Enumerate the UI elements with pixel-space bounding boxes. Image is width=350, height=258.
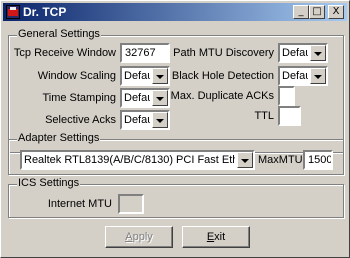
- chevron-down-icon[interactable]: [310, 45, 326, 61]
- ics-settings-title: ICS Settings: [17, 177, 81, 189]
- exit-label: xit: [214, 231, 226, 243]
- path-mtu-discovery-label: Path MTU Discovery: [173, 47, 274, 59]
- maxmtu-input[interactable]: 1500: [303, 150, 333, 170]
- black-hole-detection-select[interactable]: Default: [278, 66, 328, 86]
- selective-acks-value: Default: [124, 114, 150, 126]
- time-stamping-value: Default: [124, 92, 150, 104]
- adapter-settings-title: Adapter Settings: [17, 132, 101, 144]
- black-hole-detection-value: Default: [282, 70, 308, 82]
- apply-button[interactable]: Apply: [105, 226, 173, 248]
- close-button[interactable]: X: [328, 5, 344, 19]
- path-mtu-discovery-select[interactable]: Default: [278, 43, 328, 63]
- window-scaling-label: Window Scaling: [37, 70, 116, 82]
- window-scaling-value: Default: [124, 70, 150, 82]
- minimize-button[interactable]: _: [293, 5, 309, 19]
- chevron-down-icon[interactable]: [152, 112, 168, 128]
- window-scaling-select[interactable]: Default: [120, 66, 170, 86]
- ttl-label: TTL: [254, 110, 274, 122]
- chevron-down-icon[interactable]: [310, 68, 326, 84]
- maximize-button[interactable]: □: [309, 5, 325, 19]
- window-title: Dr. TCP: [23, 5, 67, 19]
- tcp-receive-window-input[interactable]: 32767: [120, 43, 170, 63]
- max-duplicate-acks-input[interactable]: [278, 86, 295, 106]
- general-settings-title: General Settings: [17, 28, 101, 40]
- adapter-value: Realtek RTL8139(A/B/C/8130) PCI Fast Eth…: [24, 154, 235, 166]
- chevron-down-icon[interactable]: [152, 90, 168, 106]
- app-icon[interactable]: [6, 5, 20, 19]
- ttl-input[interactable]: [278, 106, 301, 126]
- max-duplicate-acks-label: Max. Duplicate ACKs: [170, 90, 274, 102]
- time-stamping-select[interactable]: Default: [120, 88, 170, 108]
- apply-label: pply: [132, 231, 153, 243]
- path-mtu-discovery-value: Default: [282, 47, 308, 59]
- chevron-down-icon[interactable]: [237, 152, 253, 168]
- internet-mtu-label: Internet MTU: [47, 198, 112, 210]
- time-stamping-label: Time Stamping: [42, 92, 116, 104]
- tcp-receive-window-label: Tcp Receive Window: [13, 47, 116, 59]
- black-hole-detection-label: Black Hole Detection: [171, 70, 274, 82]
- title-bar[interactable]: Dr. TCP _ □ X: [3, 3, 347, 21]
- chevron-down-icon[interactable]: [152, 68, 168, 84]
- adapter-select[interactable]: Realtek RTL8139(A/B/C/8130) PCI Fast Eth…: [20, 150, 255, 170]
- selective-acks-label: Selective Acks: [45, 114, 116, 126]
- apply-mnemonic: A: [125, 231, 133, 243]
- selective-acks-select[interactable]: Default: [120, 110, 170, 130]
- internet-mtu-input[interactable]: [118, 194, 144, 214]
- exit-button[interactable]: Exit: [182, 226, 250, 248]
- main-window: Dr. TCP _ □ X General Settings Tcp Recei…: [0, 0, 350, 258]
- maxmtu-label: MaxMTU: [258, 154, 303, 166]
